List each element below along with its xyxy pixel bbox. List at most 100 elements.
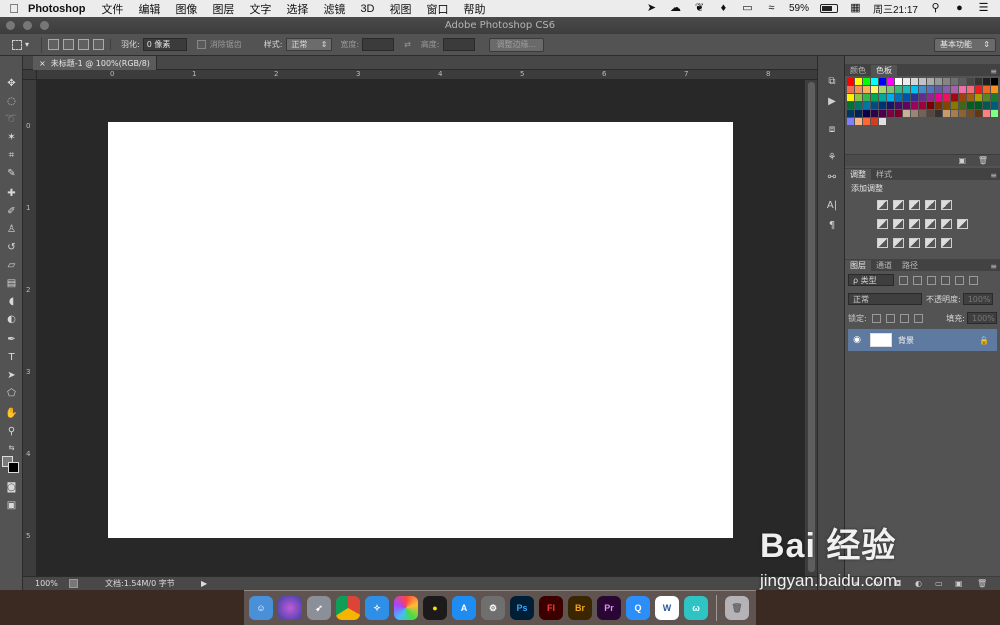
swatch[interactable] <box>967 78 974 85</box>
swatch[interactable] <box>847 110 854 117</box>
dodge-tool-icon[interactable]: ◐ <box>3 312 20 327</box>
swatch[interactable] <box>991 102 998 109</box>
tab-channels[interactable]: 通道 <box>871 260 897 271</box>
color-lookup-icon[interactable] <box>957 219 968 229</box>
layer-comps-icon[interactable]: ⧈ <box>824 122 840 136</box>
swatch[interactable] <box>903 94 910 101</box>
menu-image[interactable]: 图像 <box>175 1 197 17</box>
menu-window[interactable]: 窗口 <box>427 1 449 17</box>
swatch[interactable] <box>911 78 918 85</box>
swatch[interactable] <box>959 102 966 109</box>
swatch[interactable] <box>871 118 878 125</box>
actions-icon[interactable]: ▶ <box>824 94 840 108</box>
clock[interactable]: 周三21:17 <box>873 1 918 16</box>
quick-mask-icon[interactable]: ◙ <box>3 480 20 495</box>
swatch[interactable] <box>951 110 958 117</box>
background-color[interactable] <box>8 462 19 473</box>
color-balance-icon[interactable] <box>893 219 904 229</box>
swatch[interactable] <box>943 78 950 85</box>
black-white-icon[interactable] <box>909 219 920 229</box>
antialias-checkbox[interactable] <box>196 40 206 49</box>
swatch[interactable] <box>927 94 934 101</box>
path-selection-tool-icon[interactable]: ➤ <box>3 368 20 383</box>
blur-tool-icon[interactable]: ◖ <box>3 294 20 309</box>
lock-position-icon[interactable] <box>899 313 909 323</box>
menu-select[interactable]: 选择 <box>286 1 308 17</box>
intersect-selection-button[interactable] <box>93 39 104 50</box>
swatch[interactable] <box>967 94 974 101</box>
swatch[interactable] <box>935 102 942 109</box>
swatch[interactable] <box>991 110 998 117</box>
swatch[interactable] <box>903 102 910 109</box>
swatch[interactable] <box>855 86 862 93</box>
filter-shape-icon[interactable] <box>941 275 950 285</box>
selective-color-icon[interactable] <box>941 238 952 248</box>
layer-thumbnail[interactable] <box>870 333 892 347</box>
filter-smart-object-icon[interactable] <box>955 275 964 285</box>
filter-adjustment-icon[interactable] <box>913 275 922 285</box>
swatch[interactable] <box>847 94 854 101</box>
finder-icon[interactable]: ☺ <box>249 596 273 620</box>
tool-preset-picker[interactable]: ▾ <box>8 36 42 53</box>
brush-tool-icon[interactable]: ✐ <box>3 204 20 219</box>
lock-icon[interactable]: 🔒 <box>979 336 989 345</box>
horizontal-ruler[interactable]: 0 1 2 3 4 5 6 7 8 <box>37 70 817 80</box>
swatch[interactable] <box>911 86 918 93</box>
menu-layer[interactable]: 图层 <box>212 1 234 17</box>
history-brush-tool-icon[interactable]: ↺ <box>3 240 20 255</box>
word-icon[interactable]: W <box>655 596 679 620</box>
swatch[interactable] <box>879 102 886 109</box>
swatch[interactable] <box>943 110 950 117</box>
hue-saturation-icon[interactable] <box>877 219 888 229</box>
filter-pixel-icon[interactable] <box>899 275 908 285</box>
swatch[interactable] <box>871 94 878 101</box>
marquee-tool-icon[interactable]: ◌ <box>3 94 20 109</box>
tab-paths[interactable]: 路径 <box>897 260 923 271</box>
eye-icon[interactable]: ◉ <box>850 335 864 345</box>
ruler-origin[interactable] <box>23 70 37 80</box>
zoom-level[interactable]: 100% <box>23 579 59 588</box>
vertical-ruler[interactable]: 0 1 2 3 4 5 <box>23 80 37 576</box>
tab-layers[interactable]: 图层 <box>845 260 871 271</box>
swatch[interactable] <box>983 110 990 117</box>
pen-tool-icon[interactable]: ✒ <box>3 332 20 347</box>
notification-center-icon[interactable]: ☰ <box>977 3 990 14</box>
hand-tool-icon[interactable]: ✋ <box>3 406 20 421</box>
filter-toggle-icon[interactable] <box>969 275 978 285</box>
layer-filter-select[interactable]: ρ 类型 <box>848 274 894 286</box>
swatch[interactable] <box>847 102 854 109</box>
history-icon[interactable]: ⧉ <box>824 74 840 88</box>
swatch[interactable] <box>863 110 870 117</box>
swatch[interactable] <box>919 110 926 117</box>
clone-stamp-tool-icon[interactable]: ♙ <box>3 222 20 237</box>
magic-wand-tool-icon[interactable]: ✶ <box>3 130 20 145</box>
tab-color[interactable]: 颜色 <box>845 65 871 76</box>
close-tab-icon[interactable]: × <box>39 59 46 68</box>
lasso-tool-icon[interactable]: ➰ <box>3 112 20 127</box>
swatch[interactable] <box>951 86 958 93</box>
layer-name[interactable]: 背景 <box>898 335 914 346</box>
swatch[interactable] <box>887 86 894 93</box>
swatch[interactable] <box>879 86 886 93</box>
swatch[interactable] <box>959 94 966 101</box>
opacity-input[interactable]: 100% <box>962 293 993 305</box>
proof-icon[interactable] <box>69 579 78 588</box>
menu-3d[interactable]: 3D <box>360 3 374 15</box>
input-method-icon[interactable]: ▦ <box>849 3 862 14</box>
swatch[interactable] <box>871 86 878 93</box>
swatch[interactable] <box>887 110 894 117</box>
swatch[interactable] <box>879 110 886 117</box>
posterize-icon[interactable] <box>893 238 904 248</box>
swatch[interactable] <box>895 86 902 93</box>
tab-adjustments[interactable]: 调整 <box>845 169 871 180</box>
launchpad-icon[interactable]: ➶ <box>307 596 331 620</box>
swatch[interactable] <box>959 110 966 117</box>
swatch[interactable] <box>983 94 990 101</box>
qq-icon[interactable]: ● <box>423 596 447 620</box>
swatch[interactable] <box>975 78 982 85</box>
siri-app-icon[interactable] <box>278 596 302 620</box>
trash-icon[interactable]: 🗑 <box>978 156 988 165</box>
swatch[interactable] <box>855 78 862 85</box>
swatch[interactable] <box>983 78 990 85</box>
shape-tool-icon[interactable]: ⬠ <box>3 386 20 401</box>
